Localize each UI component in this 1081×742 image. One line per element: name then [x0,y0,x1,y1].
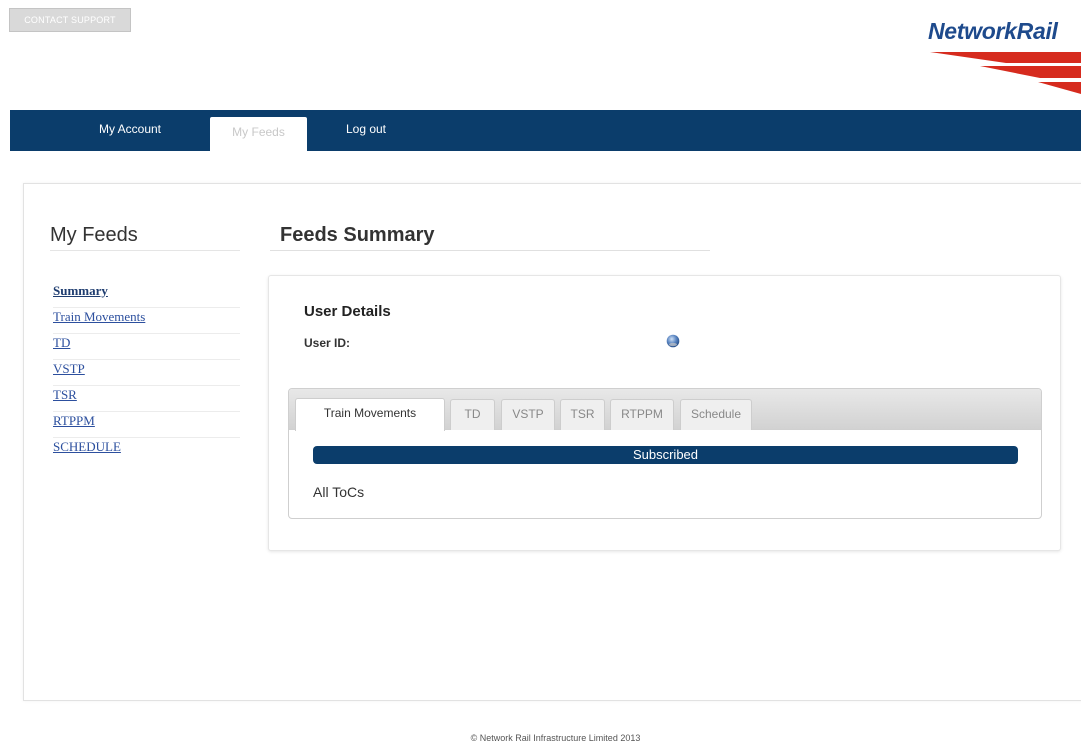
sidebar-item-td: TD [53,334,240,360]
page-title-divider [270,250,710,251]
nav-my-feeds[interactable]: My Feeds [210,117,307,151]
sidebar-link-td[interactable]: TD [53,334,240,352]
tab-vstp[interactable]: VSTP [501,399,555,430]
tab-tsr[interactable]: TSR [560,399,605,430]
sidebar-link-tsr[interactable]: TSR [53,386,240,404]
sidebar-item-rtppm: RTPPM [53,412,240,438]
nav-my-account[interactable]: My Account [80,110,180,151]
sidebar-title: My Feeds [50,224,138,246]
footer-copyright: © Network Rail Infrastructure Limited 20… [470,733,641,742]
sidebar-link-vstp[interactable]: VSTP [53,360,240,378]
sidebar-item-train-movements: Train Movements [53,308,240,334]
sidebar-item-tsr: TSR [53,386,240,412]
subscription-status-bar: Subscribed [313,446,1018,464]
feed-tabs-header: Train Movements TD VSTP TSR RTPPM Schedu… [289,389,1041,431]
feed-tabs-container: Train Movements TD VSTP TSR RTPPM Schedu… [288,388,1042,519]
tab-train-movements[interactable]: Train Movements [295,398,445,431]
sidebar-divider [50,250,240,251]
network-rail-logo[interactable]: NetworkRail [920,18,1081,98]
sidebar-item-vstp: VSTP [53,360,240,386]
sidebar-item-summary: Summary [53,282,240,308]
tab-rtppm[interactable]: RTPPM [610,399,674,430]
sidebar-link-schedule[interactable]: SCHEDULE [53,438,240,456]
top-navigation-bar: My Account My Feeds Log out [10,110,1081,151]
sidebar-nav: Summary Train Movements TD VSTP TSR RTPP… [53,282,240,464]
page-title: Feeds Summary [280,224,435,246]
tab-schedule[interactable]: Schedule [680,399,752,430]
tocs-value: All ToCs [313,484,365,500]
sidebar-link-train-movements[interactable]: Train Movements [53,308,240,326]
user-details-heading: User Details [304,303,391,320]
user-id-label: User ID: [304,336,351,350]
sidebar-link-summary[interactable]: Summary [53,282,240,300]
globe-icon [666,334,680,348]
logo-wordmark: NetworkRail [928,18,1058,44]
logo-arrow-icon [930,52,1081,94]
sidebar-link-rtppm[interactable]: RTPPM [53,412,240,430]
nav-log-out[interactable]: Log out [336,110,396,151]
sidebar-item-schedule: SCHEDULE [53,438,240,464]
tab-td[interactable]: TD [450,399,495,430]
contact-support-button[interactable]: CONTACT SUPPORT [9,8,131,32]
